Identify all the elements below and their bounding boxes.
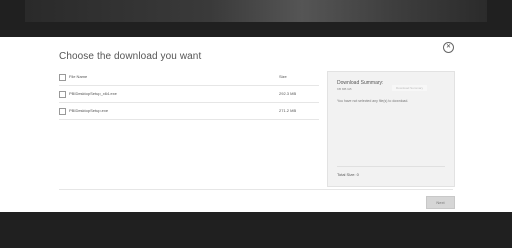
file-table: File Name Size PBIDesktopSetup_x64.exe 2… bbox=[59, 73, 319, 120]
download-dialog: Choose the download you want ✕ File Name… bbox=[0, 37, 512, 212]
row-checkbox[interactable] bbox=[59, 91, 66, 98]
select-all-checkbox[interactable] bbox=[59, 74, 66, 81]
footer-divider bbox=[59, 189, 453, 190]
row-checkbox[interactable] bbox=[59, 108, 66, 115]
close-icon[interactable]: ✕ bbox=[443, 42, 454, 53]
column-header-size: Size bbox=[279, 74, 287, 79]
summary-total-size: Total Size: 0 bbox=[337, 172, 359, 177]
summary-message: You have not selected any file(s) to dow… bbox=[337, 99, 409, 103]
summary-title: Download Summary: bbox=[337, 80, 384, 86]
column-header-file-name: File Name bbox=[69, 74, 88, 79]
dialog-title: Choose the download you want bbox=[59, 51, 202, 62]
download-summary-panel: Download Summary: KB MB GB Download Summ… bbox=[327, 71, 455, 187]
summary-floating-label: Download Summary bbox=[392, 85, 428, 91]
file-name-cell: PBIDesktopSetup_x64.exe bbox=[69, 91, 117, 96]
background-banner-image bbox=[25, 0, 487, 22]
table-row[interactable]: PBIDesktopSetup.exe 271.2 MB bbox=[59, 103, 319, 120]
summary-subtitle: KB MB GB bbox=[337, 87, 352, 91]
file-name-cell: PBIDesktopSetup.exe bbox=[69, 108, 109, 113]
summary-divider bbox=[337, 166, 445, 167]
next-button[interactable]: Next bbox=[426, 196, 455, 209]
file-size-cell: 271.2 MB bbox=[279, 108, 297, 113]
table-header-row: File Name Size bbox=[59, 73, 319, 86]
table-row[interactable]: PBIDesktopSetup_x64.exe 292.3 MB bbox=[59, 86, 319, 103]
file-size-cell: 292.3 MB bbox=[279, 91, 297, 96]
